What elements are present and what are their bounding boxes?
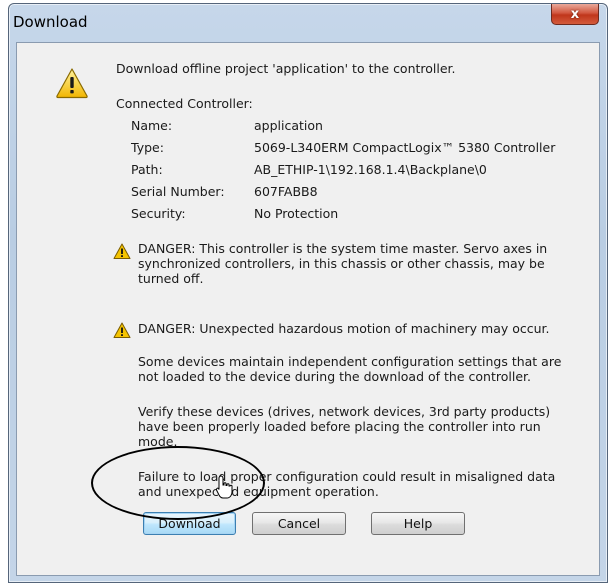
field-value-security: No Protection	[254, 206, 339, 221]
field-value-serial: 607FABB8	[254, 184, 318, 199]
field-label-serial: Serial Number:	[131, 184, 225, 199]
download-message: Download offline project 'application' t…	[116, 61, 456, 76]
window-title: Download	[13, 13, 88, 31]
verify-devices-text: Verify these devices (drives, network de…	[138, 404, 551, 449]
close-button[interactable]: x	[551, 4, 599, 25]
danger-time-master-text: DANGER: This controller is the system ti…	[138, 241, 548, 286]
warning-icon	[113, 322, 131, 338]
screen: Download x Download offline project 'app…	[0, 0, 611, 584]
field-label-path: Path:	[131, 162, 163, 177]
mouse-pointer-icon	[215, 475, 233, 499]
field-value-name: application	[254, 118, 323, 133]
download-button[interactable]: Download	[143, 512, 236, 535]
connected-controller-label: Connected Controller:	[116, 96, 253, 111]
dialog-body: Download offline project 'application' t…	[16, 42, 600, 576]
close-icon: x	[570, 6, 580, 22]
warning-icon	[113, 243, 131, 259]
failure-warning-text: Failure to load proper configuration cou…	[138, 469, 556, 499]
independent-config-text: Some devices maintain independent config…	[138, 354, 562, 384]
warning-icon	[56, 68, 88, 99]
danger-hazardous-motion-text: DANGER: Unexpected hazardous motion of m…	[138, 321, 550, 336]
field-label-type: Type:	[131, 140, 164, 155]
download-dialog: Download x Download offline project 'app…	[8, 3, 608, 583]
cancel-button[interactable]: Cancel	[252, 512, 346, 535]
title-bar[interactable]: Download x	[9, 4, 607, 42]
field-value-type: 5069-L340ERM CompactLogix™ 5380 Controll…	[254, 140, 556, 155]
field-value-path: AB_ETHIP-1\192.168.1.4\Backplane\0	[254, 162, 487, 177]
field-label-name: Name:	[131, 118, 173, 133]
help-button[interactable]: Help	[371, 512, 465, 535]
field-label-security: Security:	[131, 206, 186, 221]
